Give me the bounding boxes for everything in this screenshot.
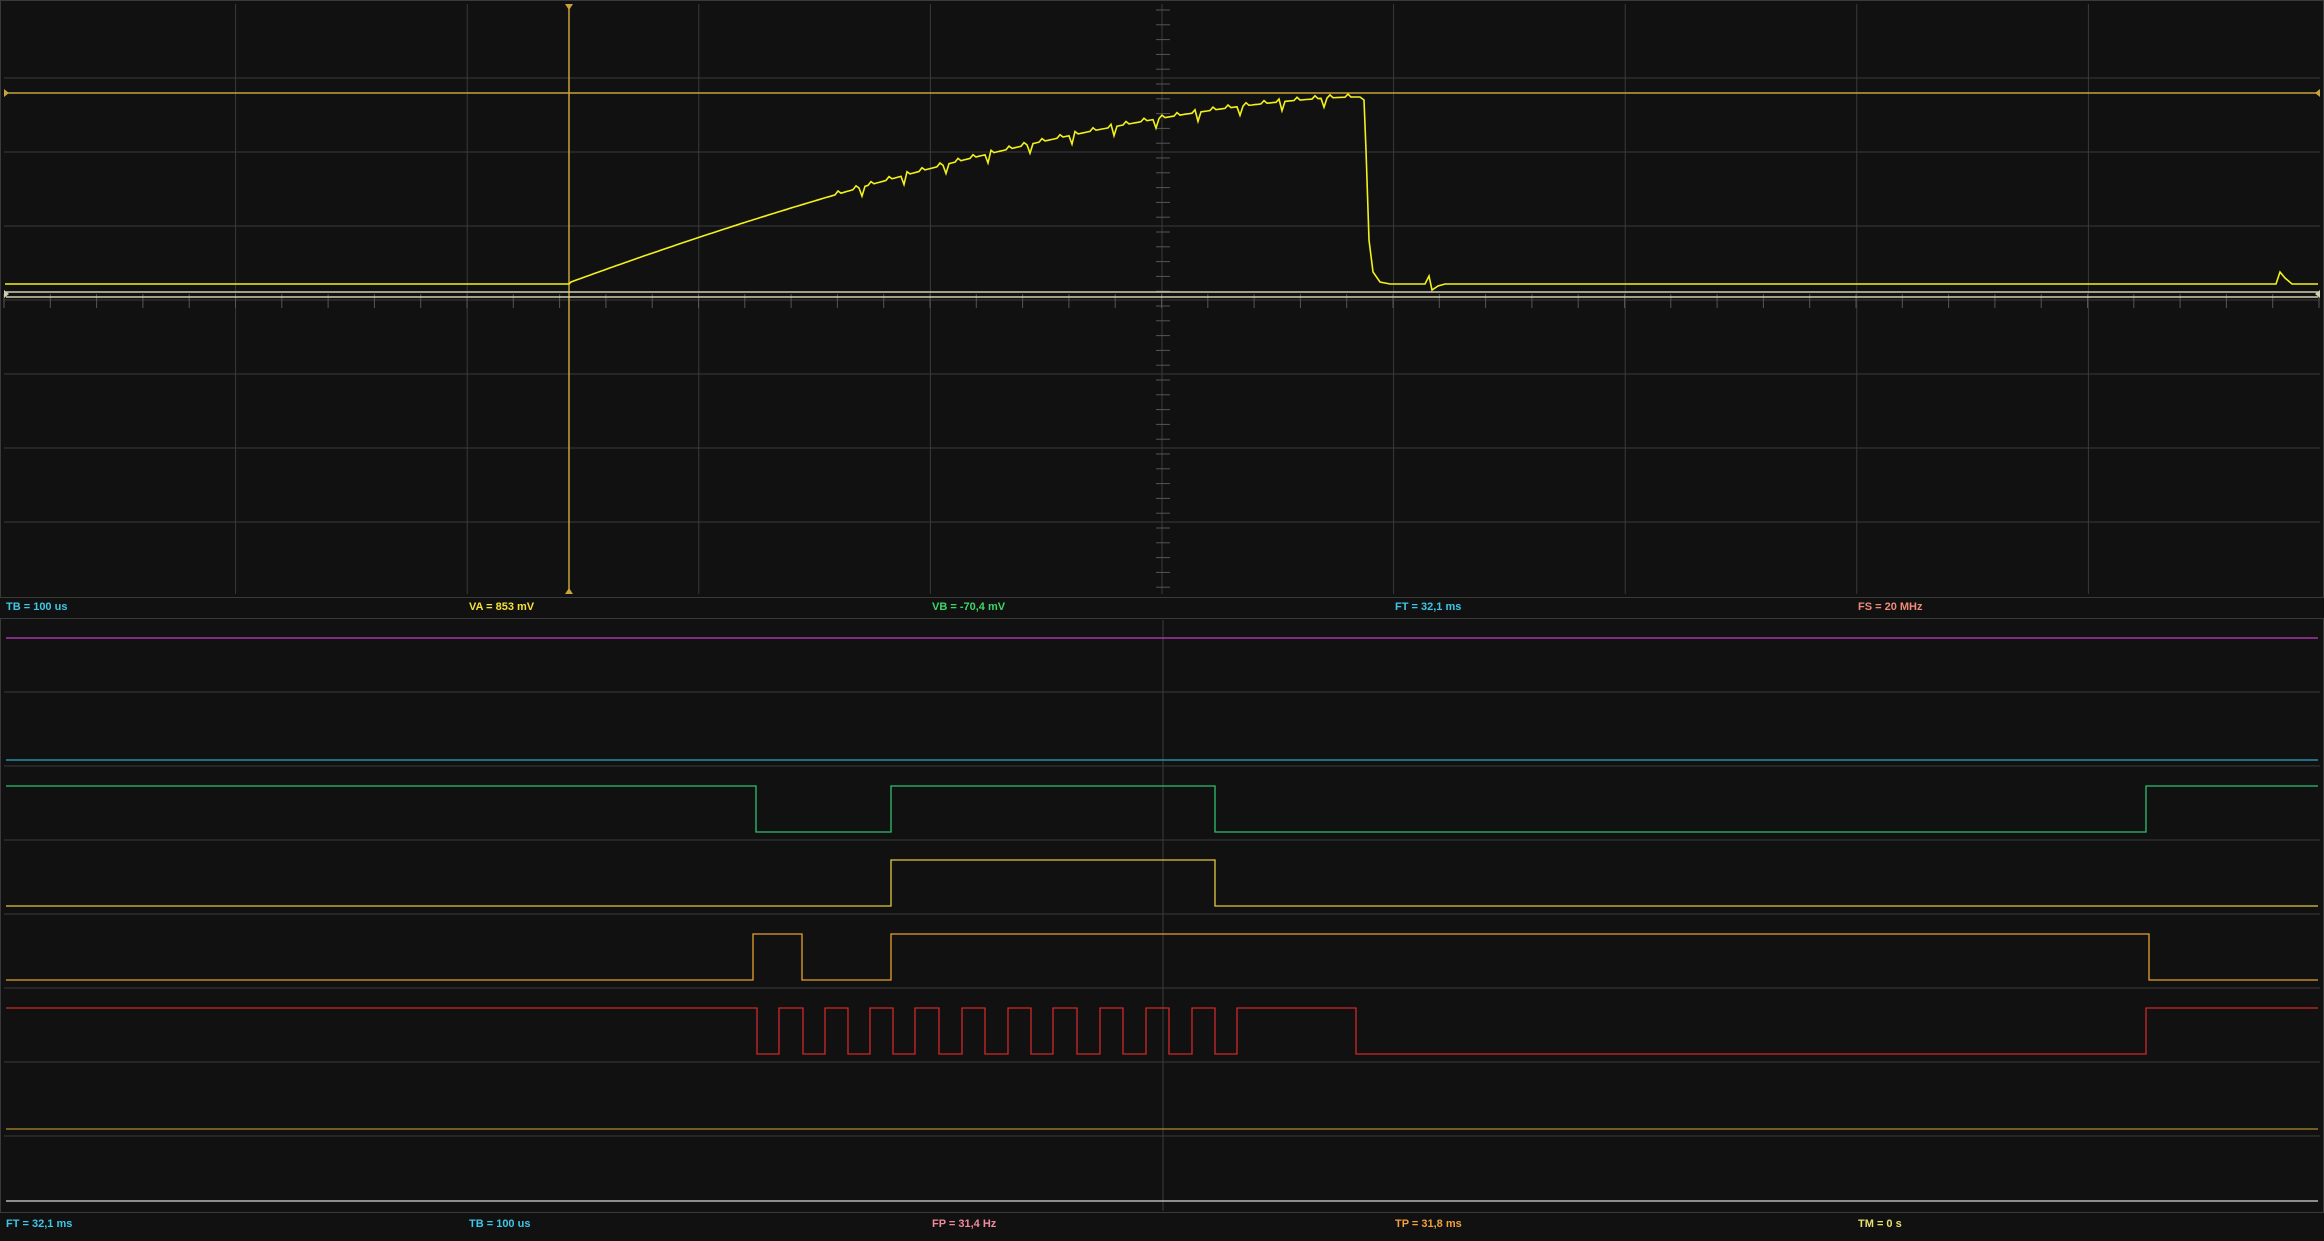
trigger-period-readout: TP = 31,8 ms (1395, 1218, 1462, 1230)
analog-scope-panel[interactable] (0, 0, 2324, 598)
frame-time-readout-bottom: FT = 32,1 ms (6, 1218, 73, 1230)
logic-analyzer-panel[interactable] (0, 618, 2324, 1213)
logic-status-bar: FT = 32,1 ms TB = 100 us FP = 31,4 Hz TP… (0, 1213, 2324, 1241)
frame-time-readout: FT = 32,1 ms (1395, 601, 1462, 613)
time-marker-readout: TM = 0 s (1858, 1218, 1902, 1230)
voltage-b-readout: VB = -70,4 mV (932, 601, 1006, 613)
analog-status-bar: TB = 100 us VA = 853 mV VB = -70,4 mV FT… (0, 598, 2324, 618)
digital-background (0, 618, 2324, 1213)
frame-period-frequency-readout: FP = 31,4 Hz (932, 1218, 997, 1230)
voltage-a-readout: VA = 853 mV (469, 601, 535, 613)
timebase-readout: TB = 100 us (6, 601, 68, 613)
sample-frequency-readout: FS = 20 MHz (1858, 601, 1923, 613)
timebase-readout-bottom: TB = 100 us (469, 1218, 531, 1230)
